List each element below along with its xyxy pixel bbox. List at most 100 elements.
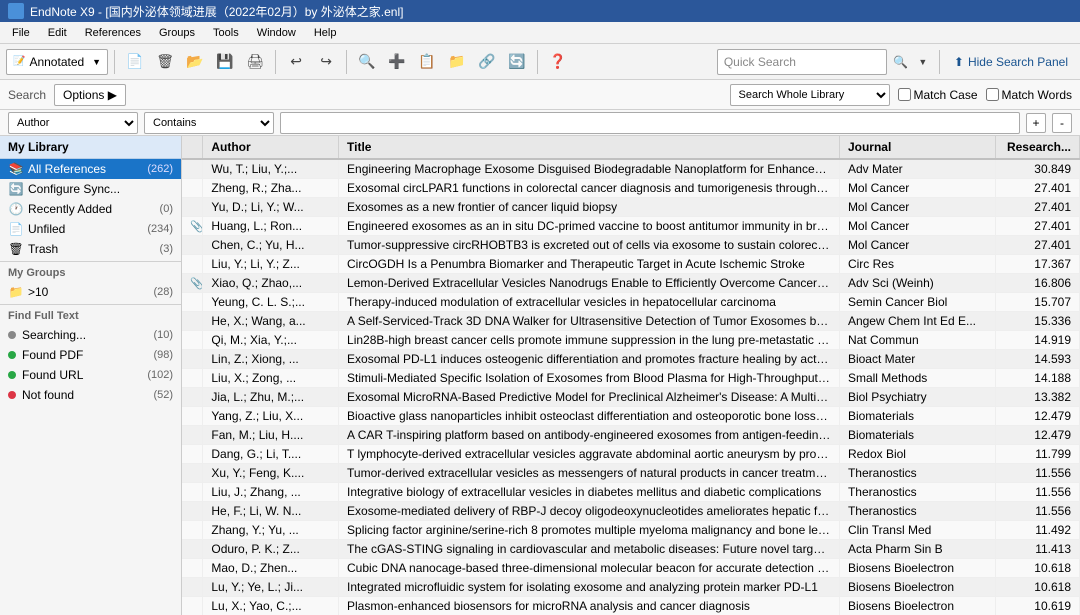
delete-button[interactable]: 🗑 bbox=[151, 48, 179, 76]
quick-search-dropdown[interactable]: ▼ bbox=[915, 52, 931, 72]
table-row[interactable]: Yang, Z.; Liu, X...Bioactive glass nanop… bbox=[182, 407, 1080, 426]
print-button[interactable]: 🖨 bbox=[241, 48, 269, 76]
toolbar-sep-2 bbox=[275, 50, 276, 74]
table-row[interactable]: He, X.; Wang, a...A Self-Serviced-Track … bbox=[182, 312, 1080, 331]
field-select[interactable]: Author Title Year Journal Keywords Abstr… bbox=[8, 112, 138, 134]
table-row[interactable]: Lu, Y.; Ye, L.; Ji...Integrated microflu… bbox=[182, 578, 1080, 597]
col-header-icon[interactable] bbox=[182, 136, 203, 159]
sidebar-item-trash[interactable]: 🗑 Trash (3) bbox=[0, 239, 181, 259]
table-row[interactable]: He, F.; Li, W. N...Exosome-mediated deli… bbox=[182, 502, 1080, 521]
table-row[interactable]: Wu, T.; Liu, Y.;...Engineering Macrophag… bbox=[182, 159, 1080, 179]
sidebar-item-group-gt10[interactable]: 📁 >10 (28) bbox=[0, 282, 181, 302]
row-research-score: 14.919 bbox=[996, 331, 1080, 350]
sidebar-item-not-found[interactable]: Not found (52) bbox=[0, 385, 181, 405]
row-attachment-icon bbox=[182, 179, 203, 198]
save-button[interactable]: 💾 bbox=[211, 48, 239, 76]
sidebar-count-trash: (3) bbox=[160, 243, 173, 255]
annotated-dropdown[interactable]: 📝 Annotated ▼ bbox=[6, 49, 108, 75]
row-attachment-icon: 📎 bbox=[182, 217, 203, 236]
col-header-research[interactable]: Research... bbox=[996, 136, 1080, 159]
row-attachment-icon bbox=[182, 236, 203, 255]
table-row[interactable]: Liu, X.; Zong, ...Stimuli-Mediated Speci… bbox=[182, 369, 1080, 388]
sidebar-item-configure-sync[interactable]: 🔄 Configure Sync... bbox=[0, 179, 181, 199]
row-research-score: 12.479 bbox=[996, 407, 1080, 426]
table-row[interactable]: Dang, G.; Li, T....T lymphocyte-derived … bbox=[182, 445, 1080, 464]
table-row[interactable]: Zheng, R.; Zha...Exosomal circLPAR1 func… bbox=[182, 179, 1080, 198]
table-row[interactable]: 📎Xiao, Q.; Zhao,...Lemon-Derived Extrace… bbox=[182, 274, 1080, 293]
table-row[interactable]: Qi, M.; Xia, Y.;...Lin28B-high breast ca… bbox=[182, 331, 1080, 350]
sidebar-count-searching: (10) bbox=[153, 329, 173, 341]
menu-groups[interactable]: Groups bbox=[151, 25, 203, 41]
sidebar-item-found-pdf[interactable]: Found PDF (98) bbox=[0, 345, 181, 365]
link-button[interactable]: 🔗 bbox=[473, 48, 501, 76]
sidebar-item-unfiled[interactable]: 📄 Unfiled (234) bbox=[0, 219, 181, 239]
minus-icon: - bbox=[1060, 116, 1064, 130]
table-row[interactable]: Yeung, C. L. S.;...Therapy-induced modul… bbox=[182, 293, 1080, 312]
row-research-score: 27.401 bbox=[996, 198, 1080, 217]
menu-file[interactable]: File bbox=[4, 25, 38, 41]
group-button[interactable]: 📁 bbox=[443, 48, 471, 76]
table-row[interactable]: Jia, L.; Zhu, M.;...Exosomal MicroRNA-Ba… bbox=[182, 388, 1080, 407]
help-button[interactable]: ❓ bbox=[544, 48, 572, 76]
quick-search-button[interactable]: 🔍 bbox=[891, 52, 911, 72]
row-title: Cubic DNA nanocage-based three-dimension… bbox=[339, 559, 840, 578]
add-filter-button[interactable]: + bbox=[1026, 113, 1046, 133]
sidebar-item-recently-added[interactable]: 🕐 Recently Added (0) bbox=[0, 199, 181, 219]
open-button[interactable]: 📂 bbox=[181, 48, 209, 76]
sidebar-item-label-group: >10 bbox=[28, 285, 48, 299]
table-row[interactable]: Liu, J.; Zhang, ...Integrative biology o… bbox=[182, 483, 1080, 502]
col-header-author[interactable]: Author bbox=[203, 136, 339, 159]
sidebar-item-searching[interactable]: Searching... (10) bbox=[0, 325, 181, 345]
search-options-button[interactable]: Options ▶ bbox=[54, 84, 126, 106]
new-ref-button[interactable]: 📄 bbox=[121, 48, 149, 76]
remove-filter-button[interactable]: - bbox=[1052, 113, 1072, 133]
find-button[interactable]: 🔍 bbox=[353, 48, 381, 76]
sidebar-item-label-recent: Recently Added bbox=[28, 202, 112, 216]
table-row[interactable]: Chen, C.; Yu, H...Tumor-suppressive circ… bbox=[182, 236, 1080, 255]
menu-edit[interactable]: Edit bbox=[40, 25, 75, 41]
match-case-checkbox[interactable] bbox=[898, 88, 911, 101]
table-row[interactable]: Lu, X.; Yao, C.;...Plasmon-enhanced bios… bbox=[182, 597, 1080, 615]
redo-button[interactable]: ↪ bbox=[312, 48, 340, 76]
table-row[interactable]: Lin, Z.; Xiong, ...Exosomal PD-L1 induce… bbox=[182, 350, 1080, 369]
table-container[interactable]: Author Title Journal Research... Wu, T.;… bbox=[182, 136, 1080, 615]
row-journal: Clin Transl Med bbox=[839, 521, 996, 540]
menu-references[interactable]: References bbox=[77, 25, 149, 41]
content-area: Author Title Journal Research... Wu, T.;… bbox=[182, 136, 1080, 615]
quick-search-box[interactable]: Quick Search bbox=[717, 49, 887, 75]
table-row[interactable]: Yu, D.; Li, Y.; W...Exosomes as a new fr… bbox=[182, 198, 1080, 217]
table-row[interactable]: 📎Huang, L.; Ron...Engineered exosomes as… bbox=[182, 217, 1080, 236]
menu-window[interactable]: Window bbox=[249, 25, 304, 41]
annotated-icon: 📝 bbox=[13, 56, 25, 67]
menu-tools[interactable]: Tools bbox=[205, 25, 247, 41]
sidebar-item-all-references[interactable]: 📚 All References (262) bbox=[0, 159, 181, 179]
sync-button[interactable]: 🔄 bbox=[503, 48, 531, 76]
col-header-title[interactable]: Title bbox=[339, 136, 840, 159]
row-research-score: 11.413 bbox=[996, 540, 1080, 559]
filter-value-input[interactable] bbox=[280, 112, 1020, 134]
col-header-journal[interactable]: Journal bbox=[839, 136, 996, 159]
table-row[interactable]: Mao, D.; Zhen...Cubic DNA nanocage-based… bbox=[182, 559, 1080, 578]
table-row[interactable]: Zhang, Y.; Yu, ...Splicing factor argini… bbox=[182, 521, 1080, 540]
search-library-select[interactable]: Search Whole Library bbox=[730, 84, 890, 106]
sidebar-count-found-url: (102) bbox=[147, 369, 173, 381]
format-button[interactable]: 📋 bbox=[413, 48, 441, 76]
sidebar-item-found-url[interactable]: Found URL (102) bbox=[0, 365, 181, 385]
match-words-checkbox[interactable] bbox=[986, 88, 999, 101]
undo-button[interactable]: ↩ bbox=[282, 48, 310, 76]
table-row[interactable]: Liu, Y.; Li, Y.; Z...CircOGDH Is a Penum… bbox=[182, 255, 1080, 274]
row-research-score: 14.593 bbox=[996, 350, 1080, 369]
row-author: He, X.; Wang, a... bbox=[203, 312, 339, 331]
insert-button[interactable]: ➕ bbox=[383, 48, 411, 76]
row-attachment-icon bbox=[182, 559, 203, 578]
menu-help[interactable]: Help bbox=[306, 25, 345, 41]
row-author: Fan, M.; Liu, H.... bbox=[203, 426, 339, 445]
table-row[interactable]: Xu, Y.; Feng, K....Tumor-derived extrace… bbox=[182, 464, 1080, 483]
table-row[interactable]: Oduro, P. K.; Z...The cGAS-STING signali… bbox=[182, 540, 1080, 559]
table-row[interactable]: Fan, M.; Liu, H....A CAR T-inspiring pla… bbox=[182, 426, 1080, 445]
quick-search-input[interactable] bbox=[800, 55, 880, 69]
row-title: Exosomes as a new frontier of cancer liq… bbox=[339, 198, 840, 217]
hide-search-panel-button[interactable]: ⬆ Hide Search Panel bbox=[948, 53, 1074, 71]
condition-select[interactable]: Contains Is Is not Contains word bbox=[144, 112, 274, 134]
row-research-score: 12.479 bbox=[996, 426, 1080, 445]
